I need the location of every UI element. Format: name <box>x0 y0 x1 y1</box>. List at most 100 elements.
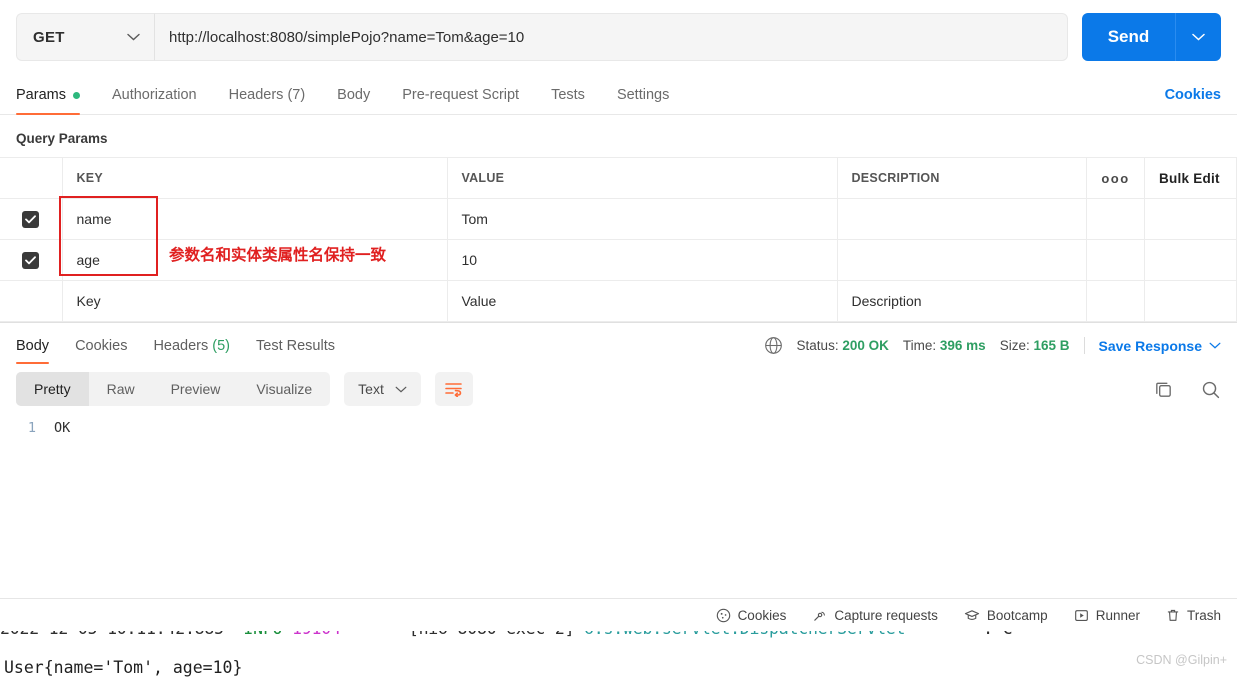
status-value: 200 OK <box>842 338 889 353</box>
tab-pre-request-script[interactable]: Pre-request Script <box>402 87 519 114</box>
chevron-down-icon <box>395 386 407 393</box>
footer-runner-button[interactable]: Runner <box>1074 608 1140 623</box>
response-actions <box>1153 379 1221 400</box>
log-tail: : C <box>983 631 1012 638</box>
console-log-line-2: User{name='Tom', age=10} <box>4 658 243 677</box>
globe-icon <box>764 336 783 355</box>
size-label-group: Size: 165 B <box>1000 338 1070 353</box>
response-tab-headers-label: Headers <box>153 338 209 354</box>
query-params-title: Query Params <box>16 131 108 146</box>
send-group: Send <box>1082 13 1221 61</box>
footer-trash-label: Trash <box>1186 607 1221 623</box>
footer-trash-button[interactable]: Trash <box>1166 608 1221 623</box>
param-enabled-checkbox[interactable] <box>22 251 40 269</box>
view-mode-visualize[interactable]: Visualize <box>238 372 330 406</box>
chevron-down-icon <box>127 33 140 41</box>
response-format-label: Text <box>358 381 384 397</box>
table-header-row: KEY VALUE DESCRIPTION ooo Bulk Edit <box>0 157 1237 199</box>
watermark: CSDN @Gilpin+ <box>1136 653 1227 667</box>
search-icon[interactable] <box>1200 379 1221 400</box>
graduation-cap-icon <box>964 608 980 623</box>
wrap-text-icon <box>444 381 463 397</box>
http-method-select[interactable]: GET <box>16 13 154 61</box>
tab-settings[interactable]: Settings <box>617 87 669 114</box>
line-number: 1 <box>27 420 36 436</box>
log-pid: 19104 <box>292 631 341 638</box>
footer-cookies-label: Cookies <box>737 607 787 623</box>
annotation-note-text: 参数名和实体类属性名保持一致 <box>169 246 387 264</box>
param-value-cell[interactable]: Tom <box>447 198 838 240</box>
view-mode-segmented-control: Pretty Raw Preview Visualize <box>16 372 331 406</box>
http-method-label: GET <box>33 28 65 46</box>
request-tabs: Params Authorization Headers (7) Body Pr… <box>0 73 1237 115</box>
new-param-value-input[interactable]: Value <box>447 280 838 322</box>
size-value: 165 B <box>1033 338 1070 353</box>
footer-bootcamp-button[interactable]: Bootcamp <box>964 608 1048 623</box>
header-checkbox-col <box>0 157 63 199</box>
response-tabs: Body Cookies Headers (5) Test Results St… <box>0 323 1237 364</box>
cookies-link[interactable]: Cookies <box>1165 87 1221 103</box>
view-mode-raw[interactable]: Raw <box>89 372 153 406</box>
tab-tests[interactable]: Tests <box>551 87 585 114</box>
param-enabled-checkbox[interactable] <box>22 210 40 228</box>
response-format-select[interactable]: Text <box>344 372 421 406</box>
status-label-group: Status: 200 OK <box>797 338 889 353</box>
play-box-icon <box>1074 608 1089 623</box>
footer-runner-label: Runner <box>1095 607 1140 623</box>
wrap-lines-button[interactable] <box>434 372 473 406</box>
url-input[interactable] <box>154 13 1068 61</box>
save-response-button[interactable]: Save Response <box>1099 338 1222 354</box>
response-body-code: 1 OK <box>0 406 1237 436</box>
tab-headers[interactable]: Headers (7) <box>229 87 306 114</box>
view-mode-preview[interactable]: Preview <box>153 372 239 406</box>
param-description-cell[interactable] <box>837 239 1087 281</box>
param-description-cell[interactable] <box>837 198 1087 240</box>
tab-body[interactable]: Body <box>337 87 370 114</box>
log-thread: [nio-8080-exec-2] <box>409 631 575 638</box>
footer-capture-requests-label: Capture requests <box>834 607 938 623</box>
response-meta: Status: 200 OK Time: 396 ms Size: 165 B … <box>764 336 1221 355</box>
param-value-cell[interactable]: 10 <box>447 239 838 281</box>
header-description: DESCRIPTION <box>837 157 1087 199</box>
more-options-icon[interactable]: ooo <box>1101 171 1129 186</box>
table-row: name Tom <box>0 198 1237 240</box>
param-key-cell[interactable]: name <box>62 198 448 240</box>
size-label: Size: <box>999 338 1030 353</box>
response-tab-test-results[interactable]: Test Results <box>256 338 335 364</box>
response-body-toolbar: Pretty Raw Preview Visualize Text <box>0 364 1237 406</box>
new-param-description-input[interactable]: Description <box>837 280 1087 322</box>
response-tab-cookies[interactable]: Cookies <box>75 338 127 364</box>
bulk-edit-button[interactable]: Bulk Edit <box>1159 171 1220 186</box>
copy-icon[interactable] <box>1153 379 1174 400</box>
tab-authorization[interactable]: Authorization <box>112 87 197 114</box>
table-row-empty: Key Value Description <box>0 280 1237 322</box>
response-headers-count: (5) <box>208 338 231 354</box>
time-value: 396 ms <box>939 338 986 353</box>
tab-params[interactable]: Params <box>16 87 80 115</box>
send-options-chevron-icon[interactable] <box>1175 13 1221 61</box>
cookie-icon <box>716 608 731 623</box>
status-bar: Cookies Capture requests Bootcamp Runner… <box>0 598 1237 631</box>
send-button[interactable]: Send <box>1082 13 1175 61</box>
response-body-text: OK <box>54 420 71 436</box>
log-timestamp: 2022-12-05 10:11:42.885 <box>0 631 224 638</box>
save-response-label: Save Response <box>1098 337 1203 354</box>
response-tab-headers[interactable]: Headers (5) <box>153 338 230 364</box>
header-key: KEY <box>62 157 448 199</box>
log-logger: o.s.web.servlet.DispatcherServlet <box>584 631 905 638</box>
response-tab-body[interactable]: Body <box>16 338 50 364</box>
footer-cookies-button[interactable]: Cookies <box>716 607 787 623</box>
status-label: Status: <box>796 338 839 353</box>
meta-divider <box>1083 337 1085 354</box>
new-param-key-input[interactable]: Key <box>62 280 448 322</box>
query-params-table: KEY VALUE DESCRIPTION ooo Bulk Edit name <box>0 157 1237 322</box>
footer-capture-requests-button[interactable]: Capture requests <box>812 608 938 623</box>
tab-params-label: Params <box>16 87 66 103</box>
chevron-down-icon <box>1209 342 1221 349</box>
console-log-line-1: 2022-12-05 10:11:42.885 INFO 19104 [nio-… <box>0 631 1013 638</box>
satellite-icon <box>812 608 827 623</box>
view-mode-pretty[interactable]: Pretty <box>16 372 89 406</box>
request-url-bar: GET Send <box>0 0 1237 61</box>
console-log-panel: 2022-12-05 10:11:42.885 INFO 19104 [nio-… <box>0 631 1237 694</box>
trash-icon <box>1166 608 1180 623</box>
